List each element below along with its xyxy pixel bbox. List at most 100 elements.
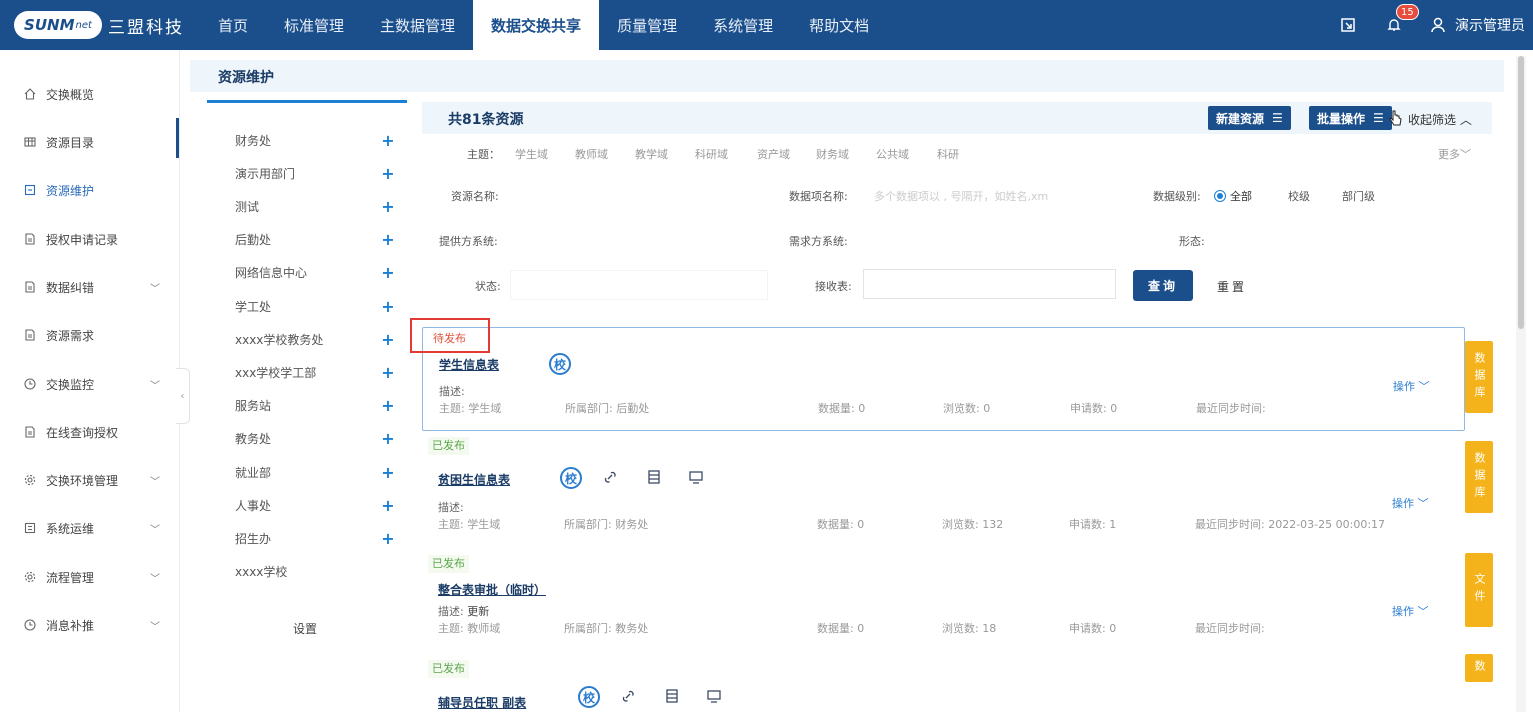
topic-option[interactable]: 教师域	[575, 146, 608, 162]
department-item[interactable]: 财务处 +	[235, 130, 395, 150]
sidebar-item[interactable]: 在线查询授权	[0, 417, 178, 447]
level-option-school[interactable]: 校级	[1288, 188, 1310, 204]
chevron-down-icon: ﹀	[1460, 148, 1471, 161]
level-option-all[interactable]: 全部	[1214, 188, 1252, 204]
department-item[interactable]: 就业部 +	[235, 462, 395, 482]
collapse-filter-link[interactable]: 收起筛选 ︿	[1408, 111, 1472, 128]
sidebar-item[interactable]: 流程管理 ﹀	[0, 562, 178, 592]
topic-option[interactable]: 学生域	[515, 146, 548, 162]
department-item[interactable]: 人事处 +	[235, 495, 395, 515]
page-scrollbar[interactable]	[1516, 56, 1526, 712]
doc-icon	[24, 426, 36, 438]
department-item[interactable]: 服务站 +	[235, 396, 395, 416]
doc-icon	[24, 329, 36, 341]
resource-card[interactable]: 已发布 贫困生信息表 校描述: 主题: 学生域 所属部门: 财务处 数据量: 0 浏览数:…	[422, 437, 1465, 549]
nav-item[interactable]: 主数据管理	[362, 0, 473, 50]
department-item[interactable]: 网络信息中心 +	[235, 263, 395, 283]
plus-icon[interactable]: +	[381, 429, 395, 448]
data-item-input[interactable]: 多个数据项以 , 号隔开，如姓名,xm	[874, 188, 1048, 204]
department-item[interactable]: xxx学校学工部 +	[235, 362, 395, 382]
plus-icon[interactable]: +	[381, 496, 395, 515]
nav-item[interactable]: 数据交换共享	[473, 0, 600, 50]
batch-operation-button[interactable]: 批量操作 ☰	[1309, 106, 1392, 130]
resource-name-link[interactable]: 辅导员任职 副表	[438, 694, 526, 711]
sidebar-collapse-button[interactable]: ‹	[176, 368, 190, 424]
sidebar-item[interactable]: 交换环境管理 ﹀	[0, 465, 178, 495]
status-select[interactable]	[510, 270, 768, 300]
plus-icon[interactable]: +	[381, 330, 395, 349]
nav-item[interactable]: 系统管理	[695, 0, 791, 50]
sidebar-item[interactable]: 系统运维 ﹀	[0, 513, 178, 543]
sidebar-item[interactable]: 资源需求	[0, 320, 178, 350]
sidebar-item[interactable]: 交换监控 ﹀	[0, 369, 178, 399]
topic-option[interactable]: 资产域	[757, 146, 790, 162]
plus-icon[interactable]: +	[381, 263, 395, 282]
plus-icon[interactable]: +	[381, 463, 395, 482]
header-actions: 15 演示管理员	[1337, 0, 1533, 50]
resource-card[interactable]: 已发布 整合表审批（临时） 描述: 更新 主题: 教师域 所属部门: 教务处 数据量: 0…	[422, 555, 1465, 667]
level-option-dept[interactable]: 部门级	[1342, 188, 1375, 204]
plus-icon[interactable]: +	[381, 230, 395, 249]
plus-icon[interactable]: +	[381, 363, 395, 382]
department-label: 就业部	[235, 465, 272, 480]
grid-icon	[24, 136, 36, 148]
nav-item[interactable]: 质量管理	[599, 0, 695, 50]
resource-name-input[interactable]	[506, 180, 756, 210]
topic-option[interactable]: 科研域	[695, 146, 728, 162]
sidebar-item[interactable]: 交换概览	[0, 79, 178, 109]
nav-item[interactable]: 首页	[200, 0, 266, 50]
sidebar-item[interactable]: 授权申请记录	[0, 224, 178, 254]
sidebar-item[interactable]: 数据纠错 ﹀	[0, 272, 178, 302]
reset-button[interactable]: 重置	[1217, 278, 1247, 295]
sidebar-item-label: 资源需求	[46, 328, 95, 343]
resource-name-link[interactable]: 贫困生信息表	[438, 471, 510, 488]
query-button[interactable]: 查询	[1133, 270, 1193, 301]
sidebar-item[interactable]: 消息补推 ﹀	[0, 610, 178, 640]
operation-dropdown[interactable]: 操作 ﹀	[1392, 495, 1429, 511]
topic-option[interactable]: 科研	[937, 146, 959, 162]
logo-badge: SUNM net	[14, 11, 102, 39]
topic-option[interactable]: 教学域	[635, 146, 668, 162]
description-label: 描述:	[438, 501, 464, 514]
operation-dropdown[interactable]: 操作 ﹀	[1393, 378, 1430, 394]
resource-name-link[interactable]: 整合表审批（临时）	[438, 581, 546, 598]
department-item[interactable]: 学工处 +	[235, 296, 395, 316]
top-navbar: SUNM net 三盟科技 首页 标准管理 主数据管理 数据交换共享 质量管理 系统管理 帮助…	[0, 0, 1533, 50]
nav-item[interactable]: 标准管理	[266, 0, 362, 50]
plus-icon[interactable]: +	[381, 197, 395, 216]
plus-icon[interactable]: +	[381, 297, 395, 316]
department-item[interactable]: 教务处 +	[235, 429, 395, 449]
resource-card[interactable]: 已发布 辅导员任职 副表 校	[422, 660, 1465, 711]
resource-card[interactable]: 待发布 学生信息表校描述: 主题: 学生域 所属部门: 后勤处 数据量: 0 浏览数: …	[422, 327, 1465, 431]
scrollbar-thumb[interactable]	[1518, 56, 1524, 329]
more-topics-link[interactable]: 更多﹀	[1438, 146, 1471, 162]
resource-name-link[interactable]: 学生信息表	[439, 356, 499, 373]
fullscreen-icon[interactable]	[1337, 14, 1359, 36]
department-item[interactable]: 后勤处 +	[235, 230, 395, 250]
plus-icon[interactable]: +	[381, 529, 395, 548]
plus-icon[interactable]: +	[381, 131, 395, 150]
department-item[interactable]: 测试 +	[235, 196, 395, 216]
user-menu[interactable]: 演示管理员	[1429, 15, 1533, 35]
plus-icon[interactable]: +	[381, 396, 395, 415]
new-resource-button[interactable]: 新建资源 ☰	[1208, 106, 1291, 130]
plus-icon[interactable]: +	[381, 164, 395, 183]
resource-count: 共81条资源	[448, 112, 524, 128]
sidebar-item[interactable]: 资源目录	[0, 127, 178, 157]
sidebar-item[interactable]: 资源维护	[0, 175, 178, 205]
provider-label: 提供方系统:	[439, 235, 498, 248]
department-label: 测试	[235, 199, 260, 214]
settings-link[interactable]: 设置	[293, 620, 317, 637]
bell-icon[interactable]: 15	[1383, 4, 1419, 36]
brand-logo[interactable]: SUNM net 三盟科技	[14, 10, 184, 40]
operation-dropdown[interactable]: 操作 ﹀	[1392, 603, 1429, 619]
sidebar-item-label: 资源目录	[46, 135, 95, 150]
department-item[interactable]: xxxx学校教务处 +	[235, 329, 395, 349]
receiver-input[interactable]	[863, 269, 1116, 299]
department-item[interactable]: 演示用部门 +	[235, 163, 395, 183]
department-item[interactable]: xxxx学校	[235, 562, 395, 582]
department-item[interactable]: 招生办 +	[235, 528, 395, 548]
topic-option[interactable]: 财务域	[816, 146, 849, 162]
topic-option[interactable]: 公共域	[876, 146, 909, 162]
nav-item[interactable]: 帮助文档	[791, 0, 887, 50]
